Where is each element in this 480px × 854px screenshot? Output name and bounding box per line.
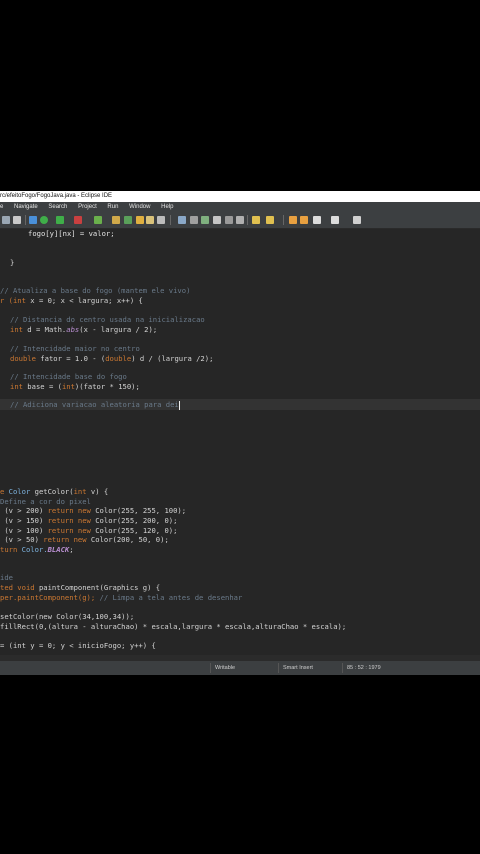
code-line: // Intencidade base do fogo [10,372,127,381]
code-line-current: // Adiciona variacao aleatoria para dei [10,400,180,410]
open-task-icon[interactable] [146,216,154,224]
save-icon[interactable] [2,216,10,224]
search-icon[interactable] [157,216,165,224]
next-annotation-icon[interactable] [252,216,260,224]
open-type-icon[interactable] [136,216,144,224]
code-line: int d = Math.abs(x - largura / 2); [10,325,158,334]
code-line: fillRect(0,(altura - alturaChao) * escal… [0,622,347,631]
code-line: (v > 50) return new Color(200, 50, 0); [0,535,169,544]
code-line: double fator = 1.0 - (double) d / (largu… [10,354,214,363]
code-line: r (int x = 0; x < largura; x++) { [0,296,143,305]
code-line: } [10,258,15,267]
status-bar: Writable Smart Insert 85 : 52 : 1979 [0,661,480,675]
writable-status: Writable [210,663,281,673]
mark-occurrences-icon[interactable] [190,216,198,224]
toolbar-separator [283,215,284,225]
word-wrap-icon[interactable] [201,216,209,224]
insert-mode-status[interactable]: Smart Insert [278,663,345,673]
code-line: fogo[y][nx] = valor; [28,229,115,238]
new-java-project-icon[interactable] [94,216,102,224]
text-cursor [178,400,180,410]
back-arrow-icon[interactable] [313,216,321,224]
code-line: // Distancia do centro usada na iniciali… [10,315,205,324]
new-class-icon[interactable] [124,216,132,224]
print-icon[interactable] [13,216,21,224]
code-line: = (int y = 0; y < inicioFogo; y++) { [0,641,156,650]
pin-editor-icon[interactable] [236,216,244,224]
menu-item-search[interactable]: Search [48,204,67,210]
code-line: (v > 150) return new Color(255, 200, 0); [0,516,178,525]
code-editor[interactable]: fogo[y][nx] = valor; } // Atualiza a bas… [0,229,480,655]
toolbar-separator [170,215,171,225]
external-tools-icon[interactable] [74,216,82,224]
code-line: turn Color.BLACK; [0,545,74,554]
block-selection-icon[interactable] [213,216,221,224]
run-last-tool-icon[interactable] [56,216,64,224]
code-line: int base = (int)(fator * 150); [10,382,140,391]
code-line: ide [0,573,13,582]
menu-item-window[interactable]: Window [129,204,150,210]
back-icon[interactable] [300,216,308,224]
code-line: setColor(new Color(34,100,34)); [0,612,135,621]
code-line: per.paintComponent(g); // Limpa a tela a… [0,593,243,602]
code-line: (v > 200) return new Color(255, 255, 100… [0,506,187,515]
cursor-position-status[interactable]: 85 : 52 : 1979 [342,663,407,673]
open-perspective-icon[interactable] [353,216,361,224]
forward-arrow-icon[interactable] [331,216,339,224]
menu-item-navigate[interactable]: Navigate [14,204,38,210]
code-line: // Intencidade maior no centro [10,344,140,353]
last-edit-location-icon[interactable] [289,216,297,224]
show-whitespace-icon[interactable] [225,216,233,224]
new-package-icon[interactable] [112,216,120,224]
menu-item-help[interactable]: Help [161,204,173,210]
debug-icon[interactable] [29,216,37,224]
toggle-breadcrumb-icon[interactable] [178,216,186,224]
code-line: ted void paintComponent(Graphics g) { [0,583,161,592]
menu-item-project[interactable]: Project [78,204,97,210]
toolbar-separator [247,215,248,225]
previous-annotation-icon[interactable] [266,216,274,224]
code-line: e Color getColor(int v) { [0,487,109,496]
window-title-bar: rc/efeitoFogo/FogoJava.java - Eclipse ID… [0,191,480,202]
menu-bar: e Navigate Search Project Run Window Hel… [0,202,480,212]
eclipse-window: rc/efeitoFogo/FogoJava.java - Eclipse ID… [0,191,480,675]
toolbar-separator [25,215,26,225]
code-line: // Atualiza a base do fogo (mantem ele v… [0,286,191,295]
window-title: rc/efeitoFogo/FogoJava.java - Eclipse ID… [0,193,113,199]
toolbar [0,212,480,229]
menu-item-run[interactable]: Run [107,204,118,210]
run-icon[interactable] [40,216,48,224]
menu-item-edit[interactable]: e [0,204,3,210]
